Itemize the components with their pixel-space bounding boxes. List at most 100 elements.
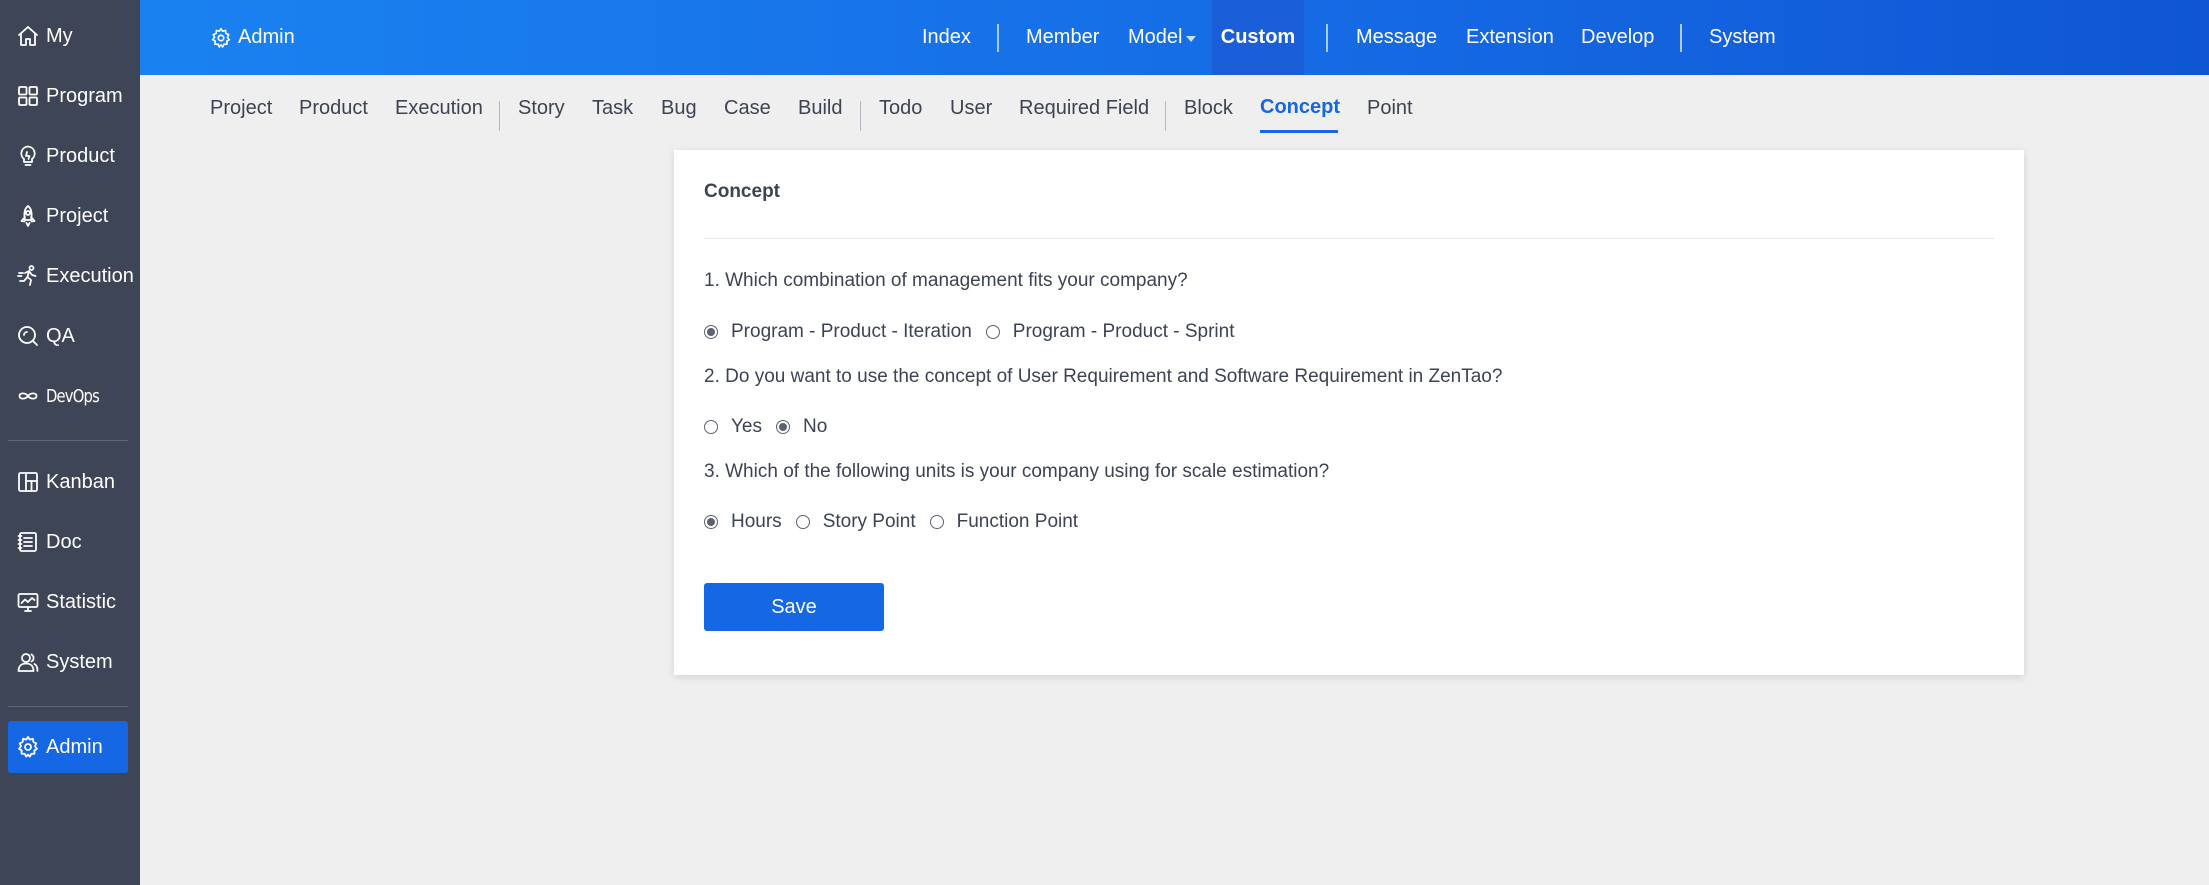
sidebar-divider: [8, 440, 128, 441]
tab-member[interactable]: Member: [1026, 0, 1099, 75]
sidebar-item-label: Product: [46, 144, 115, 167]
subnav-story[interactable]: Story: [518, 97, 565, 131]
subnav-separator: [860, 101, 861, 131]
subnav-point[interactable]: Point: [1367, 97, 1413, 131]
subnav-case[interactable]: Case: [724, 97, 771, 131]
radio-unchecked-icon[interactable]: [795, 515, 810, 529]
subnav-todo[interactable]: Todo: [879, 97, 922, 131]
tab-develop[interactable]: Develop: [1581, 0, 1654, 75]
sidebar-item-label: Execution: [46, 264, 134, 287]
subnav-bug[interactable]: Bug: [661, 97, 697, 131]
header-brand[interactable]: Admin: [210, 0, 295, 75]
sidebar-item-execution[interactable]: Execution: [8, 250, 134, 302]
subnav-required-field[interactable]: Required Field: [1019, 97, 1149, 131]
running-icon: [16, 264, 40, 288]
tab-extension[interactable]: Extension: [1466, 0, 1554, 75]
panel-divider: [704, 238, 1994, 239]
radio-unchecked-icon[interactable]: [985, 325, 1000, 339]
sidebar-item-my[interactable]: My: [8, 10, 128, 62]
tab-label: Custom: [1220, 26, 1296, 48]
subnav-block[interactable]: Block: [1184, 97, 1233, 131]
save-button[interactable]: Save: [704, 583, 884, 631]
home-icon: [16, 24, 40, 48]
nav-separator: [1680, 24, 1682, 52]
sidebar-item-label: QA: [46, 324, 75, 347]
tab-system[interactable]: System: [1709, 0, 1776, 75]
lightbulb-icon: [16, 144, 40, 168]
sidebar-item-label: Doc: [46, 530, 82, 553]
radio-program-product-iteration[interactable]: Program - Product - Iteration: [704, 321, 972, 343]
top-header: Admin Index Member Model Custom Message …: [140, 0, 2209, 75]
header-brand-label: Admin: [238, 26, 295, 48]
tab-label: Message: [1356, 26, 1438, 48]
subnav-task[interactable]: Task: [592, 97, 633, 131]
sidebar-item-label: Admin: [46, 735, 103, 758]
sidebar-item-devops[interactable]: DevOps: [8, 370, 128, 422]
subnav-concept[interactable]: Concept: [1260, 96, 1340, 130]
sidebar-item-label: DevOps: [46, 385, 100, 407]
sidebar-item-label: System: [46, 650, 113, 673]
subnav-user[interactable]: User: [950, 97, 992, 131]
monitor-chart-icon: [16, 590, 40, 614]
users-icon: [16, 650, 40, 674]
tab-model[interactable]: Model: [1128, 0, 1197, 75]
subnav-build[interactable]: Build: [798, 97, 842, 131]
sidebar-item-qa[interactable]: QA: [8, 310, 128, 362]
radio-story-point[interactable]: Story Point: [795, 511, 916, 533]
radio-checked-icon[interactable]: [704, 515, 718, 529]
tab-label: Model: [1128, 26, 1183, 48]
subnav-product[interactable]: Product: [299, 97, 368, 131]
sidebar: My Program Product Project Execution QA: [0, 0, 140, 885]
radio-program-product-sprint[interactable]: Program - Product - Sprint: [985, 321, 1235, 343]
question-2-options: Yes No: [704, 414, 841, 440]
question-1-text: 1. Which combination of management fits …: [704, 270, 1188, 291]
sidebar-item-label: My: [46, 24, 73, 47]
nav-separator: [997, 24, 999, 52]
subnav-separator: [1165, 101, 1166, 131]
radio-checked-icon[interactable]: [704, 325, 718, 339]
radio-label: Story Point: [822, 511, 916, 532]
radio-label: Program - Product - Sprint: [1012, 321, 1235, 342]
radio-yes[interactable]: Yes: [704, 416, 762, 438]
gear-icon: [16, 735, 40, 759]
radio-label: Program - Product - Iteration: [731, 321, 972, 342]
subnav-project[interactable]: Project: [210, 97, 272, 131]
tab-custom[interactable]: Custom: [1212, 0, 1304, 75]
radio-unchecked-icon[interactable]: [704, 420, 718, 434]
caret-down-icon: [1186, 35, 1197, 42]
sidebar-item-statistic[interactable]: Statistic: [8, 576, 128, 628]
sidebar-item-product[interactable]: Product: [8, 130, 128, 182]
radio-label: Yes: [731, 416, 762, 437]
tab-index[interactable]: Index: [922, 0, 971, 75]
radio-unchecked-icon[interactable]: [929, 515, 944, 529]
subnav-separator: [499, 101, 500, 131]
sidebar-item-label: Program: [46, 84, 123, 107]
subnav-active-indicator: [1260, 130, 1338, 133]
panel-title: Concept: [704, 181, 780, 202]
radio-no[interactable]: No: [776, 416, 827, 438]
radio-checked-icon[interactable]: [776, 420, 790, 434]
sidebar-item-doc[interactable]: Doc: [8, 516, 128, 568]
tab-label: Member: [1026, 26, 1100, 48]
subnav-execution[interactable]: Execution: [395, 97, 483, 131]
sidebar-item-system[interactable]: System: [8, 636, 128, 688]
question-2-text: 2. Do you want to use the concept of Use…: [704, 366, 1503, 387]
sidebar-item-label: Statistic: [46, 590, 117, 613]
question-3-options: Hours Story Point Function Point: [704, 509, 1092, 535]
sidebar-item-project[interactable]: Project: [8, 190, 128, 242]
radio-hours[interactable]: Hours: [704, 511, 782, 533]
infinity-icon: [16, 384, 40, 408]
sidebar-item-label: Kanban: [46, 470, 115, 493]
sidebar-item-program[interactable]: Program: [8, 70, 128, 122]
tab-message[interactable]: Message: [1356, 0, 1437, 75]
gear-icon: [211, 26, 231, 48]
sidebar-item-label: Project: [46, 204, 109, 227]
sidebar-item-kanban[interactable]: Kanban: [8, 456, 128, 508]
sidebar-divider: [8, 706, 128, 707]
radio-label: Hours: [731, 511, 782, 532]
radio-function-point[interactable]: Function Point: [929, 511, 1078, 533]
radio-label: No: [803, 416, 828, 437]
board-icon: [16, 470, 40, 494]
tab-label: System: [1709, 26, 1776, 48]
sidebar-item-admin[interactable]: Admin: [8, 721, 128, 773]
